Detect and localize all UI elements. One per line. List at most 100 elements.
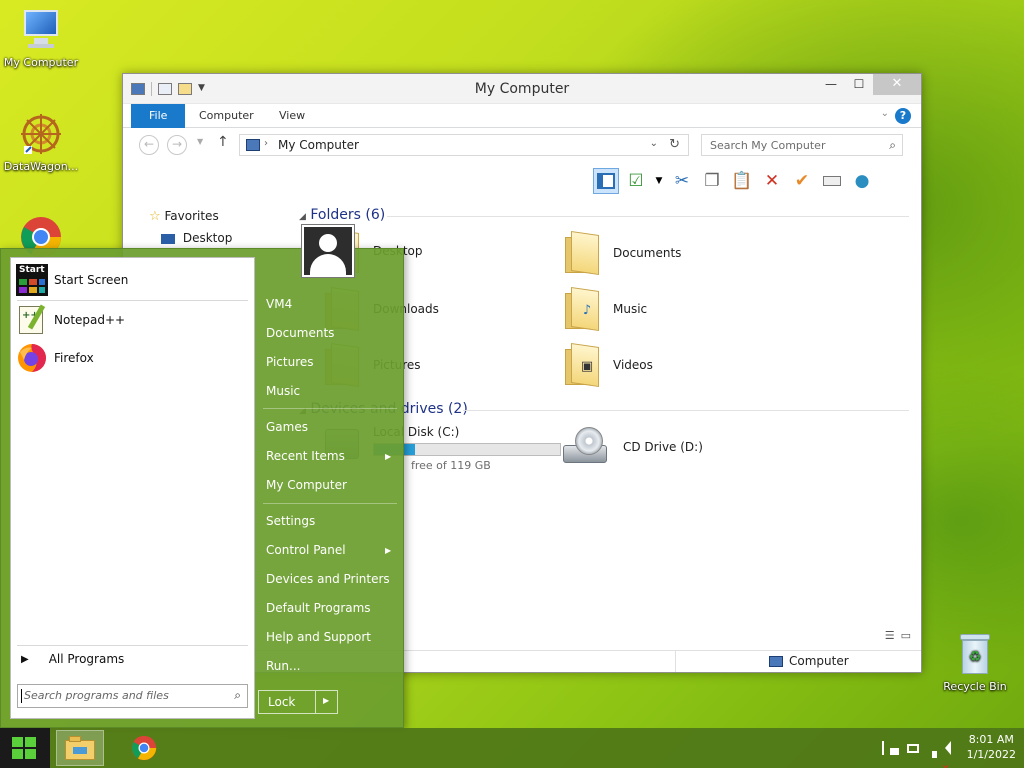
lock-button[interactable]: Lock ▶ [258, 690, 338, 714]
drive-free-space: free of 119 GB [411, 459, 491, 472]
desktop-icon-label: DataWagon... [3, 160, 79, 173]
clock-date: 1/1/2022 [966, 748, 1016, 761]
start-link-my-computer[interactable]: My Computer [266, 478, 347, 492]
star-icon: ☆ [149, 209, 161, 224]
folder-videos[interactable]: ▣ Videos [565, 343, 653, 387]
search-icon: ⌕ [234, 688, 241, 702]
all-programs-button[interactable]: ▶ All Programs [21, 652, 124, 666]
user-picture[interactable] [301, 224, 355, 278]
start-screen-icon: Start [16, 264, 48, 296]
start-link-help-and-support[interactable]: Help and Support [266, 630, 371, 644]
select-all-icon[interactable]: ☑ [623, 168, 649, 194]
windows-logo-icon [12, 737, 38, 759]
taskbar-chrome[interactable] [120, 730, 168, 766]
address-dropdown[interactable]: ⌄ [650, 138, 658, 149]
minimize-button[interactable]: — [817, 74, 845, 95]
checkmark-icon[interactable]: ✔ [789, 168, 815, 194]
command-toolbar: ☑ ▼ ✂ ❐ 📋 ✕ ✔ ● [593, 166, 875, 196]
window-title: My Computer [474, 81, 570, 97]
start-link-control-panel[interactable]: Control Panel [266, 543, 346, 557]
start-program-start-screen[interactable]: Start Start Screen [16, 264, 128, 296]
start-search-input[interactable]: Search programs and files ⌕ [17, 684, 248, 708]
collapse-arrow-icon: ◢ [299, 212, 306, 222]
forward-button[interactable]: → [167, 135, 187, 155]
start-link-music[interactable]: Music [266, 384, 300, 398]
chevron-right-icon[interactable]: › [264, 138, 268, 149]
program-label: Start Screen [54, 273, 129, 287]
start-link-vm4[interactable]: VM4 [266, 297, 292, 311]
videos-folder-icon: ▣ [565, 343, 599, 387]
search-box[interactable]: Search My Computer ⌕ [701, 134, 903, 156]
computer-icon [18, 8, 64, 54]
start-link-settings[interactable]: Settings [266, 514, 315, 528]
copy-icon[interactable]: ❐ [699, 168, 725, 194]
shutdown-options-arrow-icon[interactable]: ▶ [323, 696, 329, 705]
start-program-firefox[interactable]: Firefox [16, 342, 94, 374]
start-program-notepad-plus-plus[interactable]: ++ Notepad++ [16, 304, 125, 336]
rename-icon[interactable] [819, 168, 845, 194]
start-link-games[interactable]: Games [266, 420, 308, 434]
tab-view[interactable]: View [265, 104, 319, 128]
start-menu: Start Start Screen ++ Notepad++ Firefox … [0, 224, 404, 728]
search-icon: ⌕ [889, 138, 896, 152]
large-icons-view-icon[interactable]: ▭ [901, 629, 911, 642]
address-row: ← → ▼ ↑ › My Computer ⌄ ↻ Search My Comp… [123, 128, 921, 160]
paste-icon[interactable]: 📋 [729, 168, 755, 194]
divider [315, 691, 316, 713]
start-link-run[interactable]: Run... [266, 659, 300, 673]
folders-group-header[interactable]: ◢ Folders (6) [299, 207, 385, 223]
select-dropdown-icon[interactable]: ▼ [653, 168, 665, 194]
start-link-default-programs[interactable]: Default Programs [266, 601, 371, 615]
start-link-pictures[interactable]: Pictures [266, 355, 314, 369]
clock-time: 8:01 AM [968, 733, 1014, 746]
nav-desktop-label: Desktop [182, 231, 233, 245]
nav-desktop[interactable]: Desktop [161, 231, 232, 245]
folder-documents[interactable]: Documents [565, 231, 682, 275]
layout-pane-icon[interactable] [593, 168, 619, 194]
refresh-icon[interactable]: ↻ [669, 137, 680, 152]
maximize-button[interactable]: ☐ [845, 74, 873, 95]
divider [387, 216, 909, 217]
folder-label: Videos [613, 358, 653, 372]
tab-computer[interactable]: Computer [185, 104, 268, 128]
globe-icon[interactable]: ● [849, 168, 875, 194]
start-link-recent-items[interactable]: Recent Items [266, 449, 345, 463]
clock[interactable]: 8:01 AM 1/1/2022 [967, 732, 1016, 762]
start-link-devices-and-printers[interactable]: Devices and Printers [266, 572, 390, 586]
cut-icon[interactable]: ✂ [669, 168, 695, 194]
details-view-icon[interactable]: ☰ [885, 629, 895, 642]
close-button[interactable]: ✕ [873, 74, 921, 95]
taskbar: ✕ ✕ 8:01 AM 1/1/2022 [0, 728, 1024, 768]
ribbon-tabs: File Computer View ⌄ ? [123, 104, 921, 128]
volume-muted-icon[interactable]: ✕ [932, 740, 951, 768]
start-button[interactable] [0, 728, 50, 768]
help-icon[interactable]: ? [895, 108, 911, 124]
up-button[interactable]: ↑ [217, 134, 229, 150]
recent-locations-dropdown[interactable]: ▼ [197, 137, 203, 146]
notification-area: ✕ ✕ [880, 740, 951, 768]
folder-label: Documents [613, 246, 682, 260]
folders-group-label: Folders (6) [310, 207, 386, 223]
folder-music[interactable]: ♪ Music [565, 287, 647, 331]
tab-file[interactable]: File [131, 104, 186, 128]
taskbar-file-explorer[interactable] [56, 730, 104, 766]
divider [675, 651, 676, 672]
divider [17, 300, 248, 301]
start-link-documents[interactable]: Documents [266, 326, 334, 340]
cd-drive-icon [563, 427, 609, 467]
action-center-flag-icon[interactable]: ✕ [880, 740, 899, 756]
expand-ribbon-icon[interactable]: ⌄ [881, 108, 889, 119]
desktop-icon-recycle-bin[interactable]: ♻ Recycle Bin [934, 632, 1016, 693]
delete-icon[interactable]: ✕ [759, 168, 785, 194]
back-button[interactable]: ← [139, 135, 159, 155]
start-search-placeholder: Search programs and files [24, 689, 169, 702]
start-menu-programs-pane: Start Start Screen ++ Notepad++ Firefox … [10, 257, 255, 719]
desktop-icon-datawagon[interactable]: DataWagon... [0, 112, 82, 173]
network-icon[interactable] [906, 740, 922, 756]
nav-favorites[interactable]: ☆ Favorites [149, 209, 219, 224]
documents-folder-icon [565, 231, 599, 275]
address-bar[interactable]: › My Computer ⌄ ↻ [239, 134, 689, 156]
desktop-icon-label: My Computer [3, 56, 79, 69]
drive-d[interactable]: CD Drive (D:) [563, 427, 703, 467]
desktop-icon-my-computer[interactable]: My Computer [0, 8, 82, 69]
